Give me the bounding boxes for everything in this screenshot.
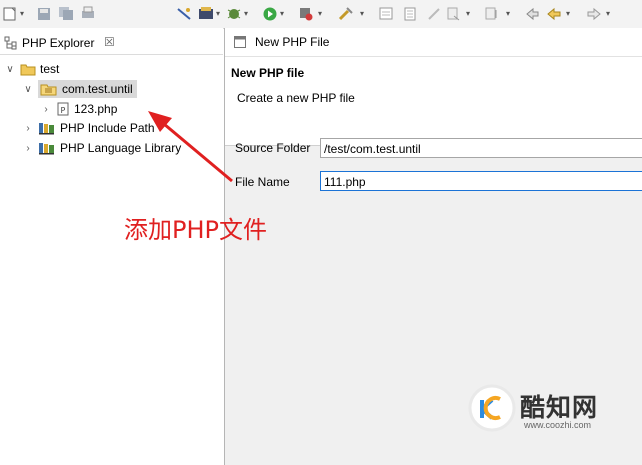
watermark-name: 酷知网 — [520, 393, 599, 422]
coozhi-logo-icon — [468, 384, 516, 432]
annotation-text: 添加PHP文件 — [124, 216, 267, 244]
watermark: 酷知网 www.coozhi.com — [466, 380, 636, 438]
watermark-url: www.coozhi.com — [524, 420, 592, 430]
